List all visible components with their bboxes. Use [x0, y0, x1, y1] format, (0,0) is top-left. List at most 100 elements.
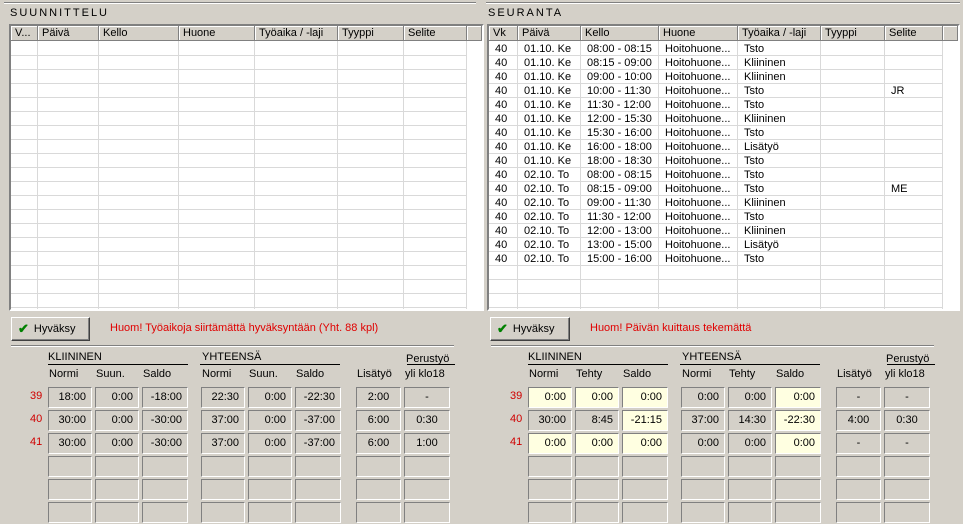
- table-cell: [885, 98, 942, 112]
- table-cell: [821, 84, 885, 98]
- table-cell: Tsto: [744, 155, 765, 167]
- suunnittelu-grid[interactable]: V... Päivä Kello Huone Työaika / -laji Tyyppi…: [9, 24, 484, 311]
- summary-cell: [681, 502, 725, 523]
- summary-cell: [295, 502, 341, 523]
- grid-row-line: [11, 181, 466, 182]
- table-cell: 40: [495, 113, 508, 125]
- summary-cell: [681, 456, 725, 477]
- approve-label: Hyväksy: [512, 323, 555, 335]
- summary-cell: 0:00: [95, 433, 139, 454]
- grid-row-line: [11, 209, 466, 210]
- summary-cell: 14:30: [728, 410, 772, 431]
- grid-row-line: [11, 125, 466, 126]
- table-cell: 40: [495, 127, 508, 139]
- table-cell: 02.10. To: [524, 197, 570, 209]
- table-cell: 02.10. To: [524, 183, 570, 195]
- table-cell: [885, 196, 942, 210]
- table-cell: Kliininen: [744, 225, 786, 237]
- summary-cell: -: [836, 433, 881, 454]
- column-header-3[interactable]: Huone: [179, 26, 255, 41]
- table-cell: 40: [495, 43, 508, 55]
- column-header-5[interactable]: Tyyppi: [821, 26, 885, 41]
- week-label: 39: [30, 390, 43, 402]
- summary-cell: [681, 479, 725, 500]
- table-cell: Tsto: [744, 253, 765, 265]
- column-header-2[interactable]: Kello: [581, 26, 659, 41]
- suunnittelu-approve-button[interactable]: ✔ Hyväksy: [11, 317, 90, 341]
- table-cell: 01.10. Ke: [524, 71, 572, 83]
- column-header-4[interactable]: Työaika / -laji: [255, 26, 338, 41]
- group-label-kliininen: KLIININEN: [48, 351, 102, 363]
- summary-cell: [575, 479, 619, 500]
- column-header-6[interactable]: Selite: [885, 26, 943, 41]
- summary-cell: -21:15: [622, 410, 668, 431]
- week-label: 41: [30, 436, 43, 448]
- column-header-5[interactable]: Tyyppi: [338, 26, 404, 41]
- summary-cell: [142, 479, 188, 500]
- seuranta-grid[interactable]: Vk Päivä Kello Huone Työaika / -laji Tyyppi Se…: [487, 24, 960, 311]
- table-cell: Hoitohuone...: [665, 225, 731, 237]
- seuranta-approve-button[interactable]: ✔ Hyväksy: [490, 317, 570, 341]
- week-label: 39: [510, 390, 523, 402]
- summary-cell: [728, 456, 772, 477]
- column-header-6[interactable]: Selite: [404, 26, 467, 41]
- table-cell: [885, 168, 942, 182]
- summary-cell: 0:00: [575, 387, 619, 408]
- summary-col-label: Saldo: [296, 368, 325, 380]
- table-cell: Hoitohuone...: [665, 113, 731, 125]
- table-cell: 02.10. To: [524, 225, 570, 237]
- summary-cell: [404, 479, 450, 500]
- table-cell: Kliininen: [744, 197, 786, 209]
- table-cell: Hoitohuone...: [665, 239, 731, 251]
- column-header-0[interactable]: V...: [11, 26, 38, 41]
- table-cell: 08:00 - 08:15: [587, 169, 652, 181]
- column-header-1[interactable]: Päivä: [518, 26, 581, 41]
- column-header-0[interactable]: Vk: [489, 26, 518, 41]
- summary-cell: 0:00: [622, 433, 668, 454]
- column-header-1[interactable]: Päivä: [38, 26, 99, 41]
- column-header-3[interactable]: Huone: [659, 26, 738, 41]
- table-cell: [885, 224, 942, 238]
- column-header-4[interactable]: Työaika / -laji: [738, 26, 821, 41]
- summary-cell: [775, 479, 821, 500]
- grid-row-line: [11, 293, 466, 294]
- table-cell: 16:00 - 18:00: [587, 141, 652, 153]
- approve-label: Hyväksy: [33, 323, 76, 335]
- column-header-2[interactable]: Kello: [99, 26, 179, 41]
- table-cell: 01.10. Ke: [524, 155, 572, 167]
- table-cell: [821, 56, 885, 70]
- summary-cell: -22:30: [295, 387, 341, 408]
- table-cell: JR: [891, 85, 905, 97]
- summary-cell: 6:00: [356, 433, 401, 454]
- column-header-filler: [467, 26, 482, 41]
- summary-cell: -18:00: [142, 387, 188, 408]
- grid-row-line: [489, 307, 942, 308]
- week-label: 40: [510, 413, 523, 425]
- table-cell: 40: [495, 99, 508, 111]
- summary-cell: -: [404, 387, 450, 408]
- summary-cell: [622, 456, 668, 477]
- summary-cell: 22:30: [201, 387, 245, 408]
- summary-cell: [836, 502, 881, 523]
- table-cell: 40: [495, 225, 508, 237]
- summary-cell: [884, 479, 930, 500]
- summary-cell: [575, 502, 619, 523]
- summary-cell: 0:00: [622, 387, 668, 408]
- summary-cell: [248, 456, 292, 477]
- table-cell: 02.10. To: [524, 211, 570, 223]
- summary-cell: [836, 456, 881, 477]
- summary-cell: [201, 502, 245, 523]
- summary-cell: 30:00: [48, 433, 92, 454]
- grid-vline: [403, 41, 404, 309]
- summary-col-label: Lisätyö: [357, 368, 392, 380]
- summary-cell: [142, 502, 188, 523]
- seuranta-warning: Huom! Päivän kuittaus tekemättä: [590, 322, 752, 334]
- table-cell: Tsto: [744, 211, 765, 223]
- grid-row-line: [11, 111, 466, 112]
- summary-cell: 0:00: [775, 387, 821, 408]
- summary-col-label: Suun.: [96, 368, 125, 380]
- table-cell: 09:00 - 10:00: [587, 71, 652, 83]
- summary-cell: 0:00: [248, 433, 292, 454]
- summary-cell: 0:00: [95, 387, 139, 408]
- check-icon: ✔: [497, 321, 508, 336]
